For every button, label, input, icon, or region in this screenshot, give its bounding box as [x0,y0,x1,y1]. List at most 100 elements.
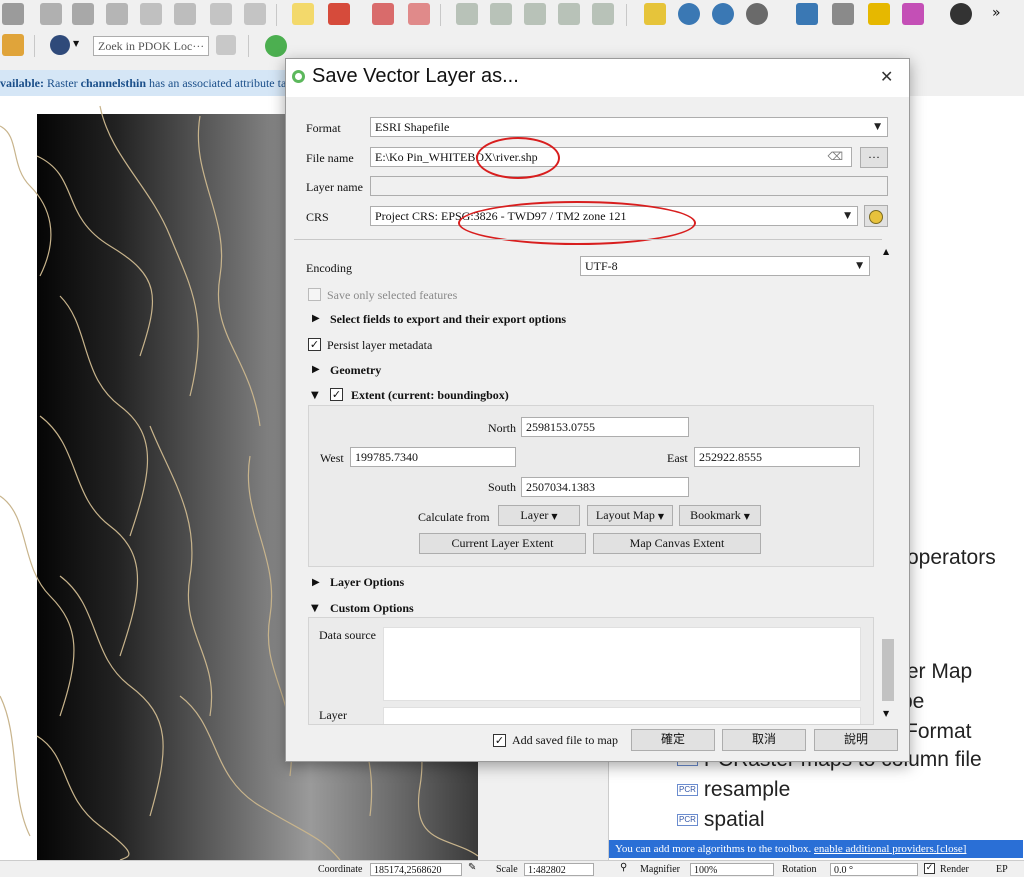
zoom-layer-icon[interactable] [678,3,700,25]
rotate-label-icon[interactable] [558,3,580,25]
extent-checkbox[interactable]: ✓ [330,388,343,401]
edit-icon[interactable] [40,3,62,25]
scrollbar-thumb[interactable] [882,639,894,701]
format-select[interactable]: ESRI Shapefile ▼ [370,117,888,137]
clear-icon[interactable]: ⌫ [827,148,843,166]
filename-input[interactable]: E:\Ko Pin_WHITEBOX\river.shp ⌫ [370,147,852,167]
label-edit-icon[interactable] [408,3,430,25]
chevron-down-icon[interactable]: ▼ [73,39,79,48]
magnifier-field[interactable]: 100% [690,863,774,876]
calculate-from-label: Calculate from [418,510,490,524]
triangle-icon[interactable] [644,3,666,25]
crs-status[interactable]: EP [996,864,1008,875]
crs-label: CRS [306,210,329,224]
delete-icon[interactable] [72,3,94,25]
plugin-icon[interactable] [746,3,768,25]
layers-icon[interactable] [868,3,890,25]
scrollbar[interactable]: ▲ ▼ [880,245,896,723]
enable-providers-link[interactable]: enable additional providers. [814,843,937,855]
toolbox-item-spatial[interactable]: PCR spatial [677,808,765,832]
east-input[interactable]: 252922.8555 [694,447,860,467]
pcr-icon: PCR [677,784,698,797]
change-label-icon[interactable] [592,3,614,25]
bookmark-dropdown-button[interactable]: Bookmark ▼ [679,505,761,526]
toolbox-item-operators[interactable]: operators [907,546,996,570]
show-labels-icon[interactable] [456,3,478,25]
close-button[interactable]: ✕ [880,67,893,86]
lock-icon: ⚲ [620,862,628,873]
more-tools-icon[interactable]: » [992,5,1001,21]
3d-icon[interactable] [832,3,854,25]
map-canvas-extent-button[interactable]: Map Canvas Extent [593,533,761,554]
scale-field[interactable]: 1:482802 [524,863,594,876]
paste-icon[interactable] [174,3,196,25]
collapse-icon[interactable]: ▼ [311,603,319,614]
coordinate-field[interactable]: 185174,2568620 [370,863,462,876]
collapse-icon[interactable]: ▼ [311,390,319,401]
encoding-label: Encoding [306,261,352,275]
expand-icon[interactable]: ▶ [312,577,320,588]
expand-icon[interactable]: ▶ [312,313,320,324]
chevron-down-icon: ▼ [844,211,851,221]
redo-icon[interactable] [244,3,266,25]
south-input[interactable]: 2507034.1383 [521,477,689,497]
pdok-search-input[interactable]: Zoek in PDOK Loc··· [93,36,209,56]
new-layer-icon[interactable] [2,3,24,25]
toolbox-item-resample[interactable]: PCR resample [677,778,790,802]
qgis-logo-icon [292,70,305,83]
close-message-link[interactable]: [close] [937,843,967,855]
graph-icon[interactable] [902,3,924,25]
cancel-button[interactable]: 取消 [722,729,806,751]
puzzle-icon[interactable] [2,34,24,56]
persist-metadata-label: Persist layer metadata [327,338,433,352]
crs-selector-button[interactable] [864,205,888,227]
west-input[interactable]: 199785.7340 [350,447,516,467]
undo-icon[interactable] [210,3,232,25]
chevron-down-icon: ▼ [657,512,665,521]
label-pin-icon[interactable] [372,3,394,25]
north-input[interactable]: 2598153.0755 [521,417,689,437]
geometry-label[interactable]: Geometry [330,363,381,378]
chevron-down-icon: ▼ [856,261,863,271]
current-layer-extent-button[interactable]: Current Layer Extent [419,533,586,554]
render-label: Render [940,864,969,875]
north-label: North [488,421,516,435]
filename-label: File name [306,151,354,165]
tools-icon[interactable] [216,35,236,55]
pdok-icon[interactable] [50,35,70,55]
toolbox-item-format[interactable]: Format [905,720,972,744]
binoculars-icon[interactable] [950,3,972,25]
datasource-textarea[interactable] [383,627,861,701]
style-icon[interactable] [328,3,350,25]
format-label: Format [306,121,341,135]
python-icon[interactable] [796,3,818,25]
layer-options-label[interactable]: Layer Options [330,575,404,590]
toolbox-item-raster-map[interactable]: ter Map [901,660,972,684]
scroll-up-icon[interactable]: ▲ [883,247,889,256]
dialog-title: Save Vector Layer as... [312,65,519,87]
add-saved-file-checkbox[interactable]: ✓ [493,734,506,747]
render-checkbox[interactable]: ✓ [924,863,935,874]
save-selected-checkbox[interactable] [308,288,321,301]
layer-dropdown-button[interactable]: Layer ▼ [498,505,580,526]
layername-input[interactable] [370,176,888,196]
share-icon[interactable] [265,35,287,57]
cut-icon[interactable] [106,3,128,25]
copy-icon[interactable] [140,3,162,25]
scroll-down-icon[interactable]: ▼ [883,709,889,718]
pin-labels-icon[interactable] [490,3,512,25]
layername-label: Layer name [306,180,363,194]
move-label-icon[interactable] [524,3,546,25]
encoding-select[interactable]: UTF-8 ▼ [580,256,870,276]
persist-metadata-checkbox[interactable]: ✓ [308,338,321,351]
expand-icon[interactable]: ▶ [312,364,320,375]
label-icon[interactable] [292,3,314,25]
layout-map-dropdown-button[interactable]: Layout Map ▼ [587,505,673,526]
ok-button[interactable]: 確定 [631,729,715,751]
select-fields-label[interactable]: Select fields to export and their export… [330,312,566,327]
zoom-selection-icon[interactable] [712,3,734,25]
rotation-field[interactable]: 0.0 ° [830,863,918,876]
layer-textarea[interactable] [383,707,861,724]
help-button[interactable]: 說明 [814,729,898,751]
browse-button[interactable]: ··· [860,147,888,168]
